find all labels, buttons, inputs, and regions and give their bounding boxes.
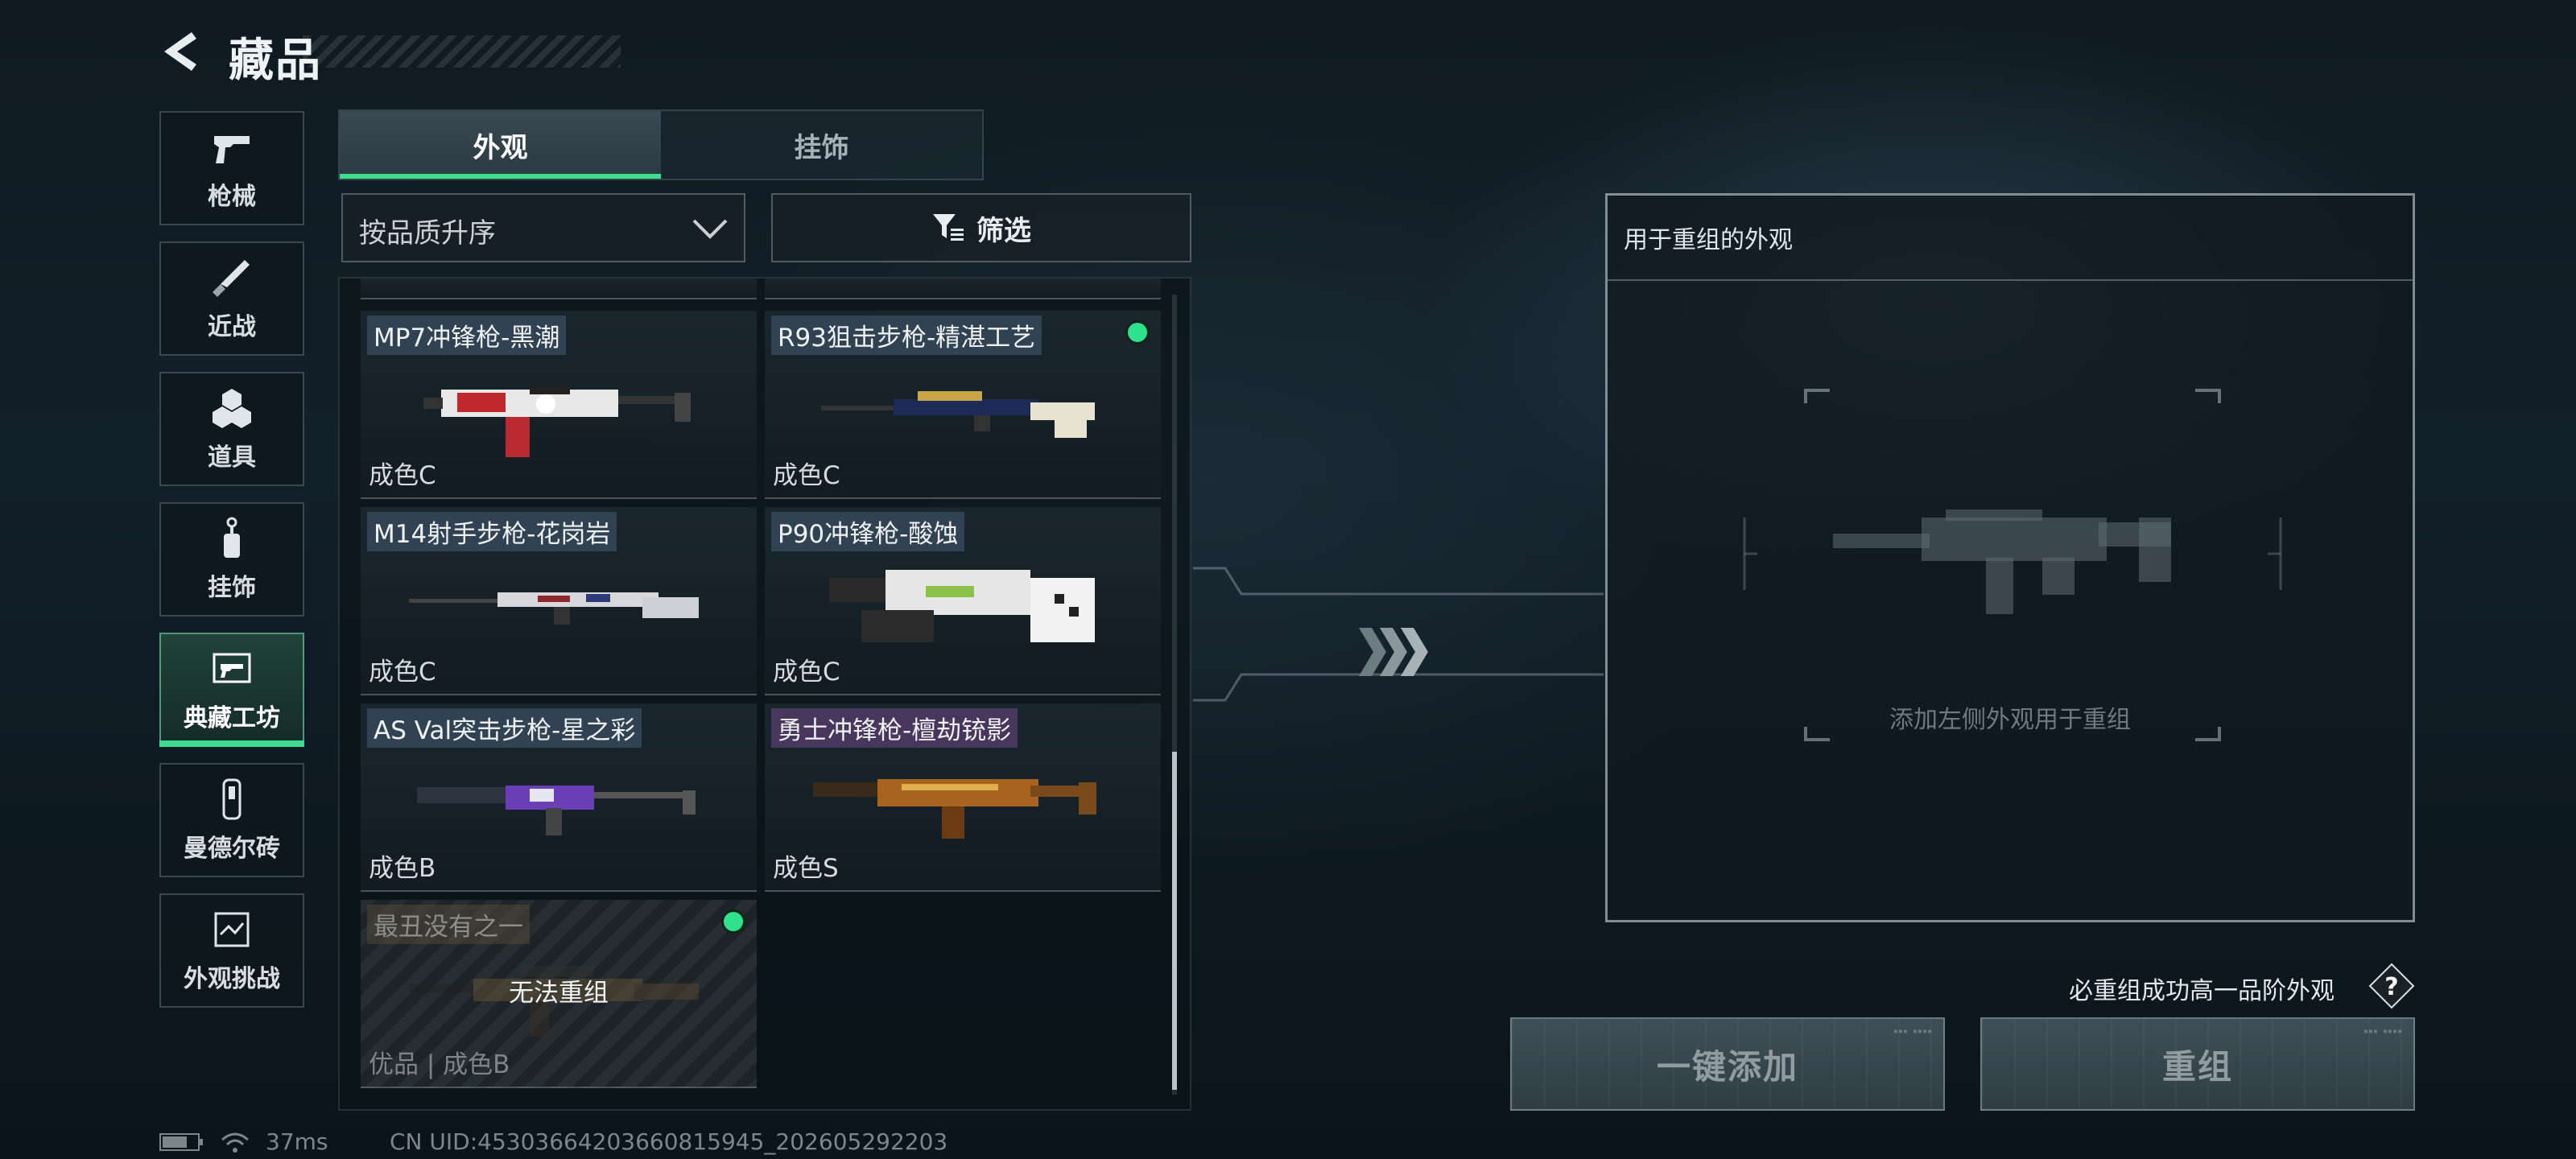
chevron-down-icon [692, 219, 728, 239]
scrollbar-thumb[interactable] [1172, 752, 1177, 1090]
skin-card-r93[interactable]: R93狙击步枪-精湛工艺 成色C [765, 311, 1161, 499]
recombine-panel: 用于重组的外观 添加左侧外观用于重组 [1605, 193, 2415, 922]
skin-grade: 成色C [369, 658, 436, 687]
mp7-skin-image [423, 386, 691, 457]
selected-indicator [721, 909, 745, 934]
skin-name: 最丑没有之一 [367, 905, 530, 944]
recombine-button[interactable]: ▪▪▪ ▪▪▪▪ 重组 [1980, 1017, 2415, 1111]
p90-skin-image [829, 570, 1095, 642]
skin-card-locked[interactable]: 最丑没有之一 无法重组 优品 | 成色B [361, 900, 757, 1088]
status-bar: 37ms [159, 1128, 328, 1155]
as-val-skin-image [417, 786, 696, 835]
skin-name: MP7冲锋枪-黑潮 [367, 316, 567, 355]
nav-item-items[interactable]: 道具 [159, 372, 304, 486]
filter-icon [933, 214, 964, 241]
challenge-icon [214, 912, 250, 947]
skin-name: 勇士冲锋枪-檀劫铳影 [771, 708, 1018, 748]
svg-text:?: ? [2384, 973, 2398, 1001]
skin-name: R93狙击步枪-精湛工艺 [771, 316, 1042, 355]
m14-skin-image [409, 592, 699, 625]
list-item-partial [765, 278, 1161, 299]
nav-item-skin-challenge[interactable]: 外观挑战 [159, 893, 304, 1008]
nav-label: 道具 [208, 443, 256, 472]
wifi-icon [221, 1132, 249, 1153]
nav-item-charms[interactable]: 挂饰 [159, 502, 304, 617]
button-decoration: ▪▪▪ ▪▪▪▪ [1893, 1027, 1932, 1036]
list-item-partial [361, 278, 757, 299]
recombine-drop-zone[interactable] [1608, 276, 2417, 925]
title-decoration [303, 35, 621, 68]
tab-appearance[interactable]: 外观 [340, 111, 661, 179]
skin-list[interactable]: MP7冲锋枪-黑潮 成色C R93狙击步枪-精湛工艺 成色C M14射手步枪-花… [338, 277, 1191, 1111]
skin-name: AS Val突击步枪-星之彩 [367, 708, 642, 748]
ping-value: 37ms [266, 1128, 328, 1155]
nav-label: 典藏工坊 [184, 704, 280, 732]
warrior-smg-skin-image [813, 779, 1096, 839]
nav-item-workshop[interactable]: 典藏工坊 [159, 633, 304, 747]
skin-grade: 成色B [369, 854, 436, 883]
nav-item-mandel-brick[interactable]: 曼德尔砖 [159, 763, 304, 877]
skin-card-warrior-smg[interactable]: 勇士冲锋枪-檀劫铳影 成色S [765, 703, 1161, 892]
r93-skin-image [821, 391, 1095, 438]
battery-icon [159, 1132, 203, 1151]
skin-grade: 成色S [773, 854, 839, 883]
add-all-label: 一键添加 [1656, 1046, 1798, 1087]
grenades-icon [213, 389, 251, 428]
add-all-button[interactable]: ▪▪▪ ▪▪▪▪ 一键添加 [1510, 1017, 1945, 1111]
nav-label: 枪械 [208, 183, 256, 211]
guarantee-note: 必重组成功高一品阶外观 [2069, 977, 2334, 1005]
help-question-icon[interactable]: ? [2368, 963, 2415, 1009]
cannot-recombine-label: 无法重组 [509, 979, 609, 1008]
skin-card-p90[interactable]: P90冲锋枪-酸蚀 成色C [765, 507, 1161, 695]
sort-value: 按品质升序 [359, 217, 496, 250]
skin-grade: 优品 | 成色B [369, 1050, 510, 1079]
pistol-icon [214, 136, 250, 163]
charm-icon [224, 517, 240, 558]
skin-card-m14[interactable]: M14射手步枪-花岗岩 成色C [361, 507, 757, 695]
user-uid: CN UID:4530366420366081594​5_20260529220… [390, 1128, 948, 1155]
skin-grade: 成色C [773, 461, 840, 490]
nav-label: 近战 [208, 313, 256, 341]
recombine-label: 重组 [2161, 1046, 2233, 1087]
filter-label: 筛选 [976, 214, 1031, 247]
skin-name: M14射手步枪-花岗岩 [367, 512, 617, 551]
transfer-arrows-icon [1193, 567, 1604, 702]
skin-grade: 成色C [773, 658, 840, 687]
brick-icon [222, 778, 242, 820]
nav-label: 曼德尔砖 [184, 835, 280, 863]
tab-charms[interactable]: 挂饰 [661, 111, 982, 179]
recombine-panel-title: 用于重组的外观 [1624, 226, 1793, 254]
button-decoration: ▪▪▪ ▪▪▪▪ [2363, 1027, 2402, 1036]
skin-card-mp7[interactable]: MP7冲锋枪-黑潮 成色C [361, 311, 757, 499]
recombine-empty-hint: 添加左侧外观用于重组 [1889, 706, 2131, 734]
sort-dropdown[interactable]: 按品质升序 [341, 193, 745, 262]
nav-label: 挂饰 [208, 574, 256, 602]
filter-button[interactable]: 筛选 [771, 193, 1191, 262]
selected-indicator [1125, 320, 1150, 344]
skin-grade: 成色C [369, 461, 436, 490]
tab-bar: 外观 挂饰 [338, 109, 984, 180]
skin-card-as-val[interactable]: AS Val突击步枪-星之彩 成色B [361, 703, 757, 892]
back-arrow-icon[interactable] [159, 29, 204, 74]
nav-label: 外观挑战 [184, 965, 280, 993]
nav-item-firearms[interactable]: 枪械 [159, 111, 304, 225]
skin-name: P90冲锋枪-酸蚀 [771, 512, 965, 551]
knife-icon [213, 260, 250, 297]
nav-item-melee[interactable]: 近战 [159, 241, 304, 356]
rifle-placeholder-icon [1833, 509, 2171, 614]
workshop-icon [213, 653, 251, 683]
